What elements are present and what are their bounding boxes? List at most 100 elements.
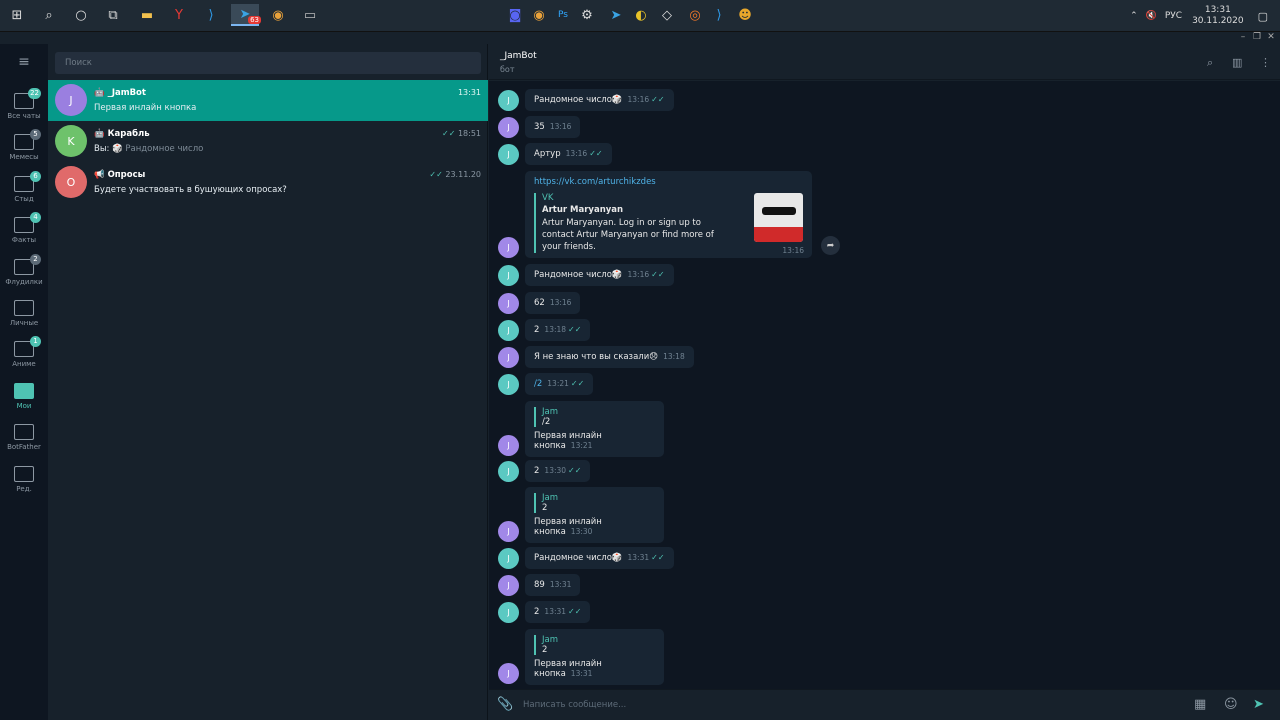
folder-icon — [14, 382, 34, 399]
message-avatar[interactable]: J — [498, 548, 519, 569]
yandex-browser-icon[interactable]: Y — [167, 4, 191, 26]
message-input[interactable]: Написать сообщение... — [523, 700, 626, 710]
message-avatar[interactable]: J — [498, 117, 519, 138]
message-avatar[interactable]: J — [498, 320, 519, 341]
task-view-icon[interactable]: ⧉ — [101, 4, 125, 26]
message-time: 13:21 — [570, 441, 593, 450]
reply-text: 2 — [542, 503, 548, 513]
attach-icon[interactable]: 📎 — [497, 697, 513, 712]
telegram-unread-badge: 63 — [248, 16, 261, 24]
message-avatar[interactable]: J — [498, 374, 519, 395]
message-bubble: 2 13:31 ✓✓ — [525, 601, 591, 623]
file-explorer-icon[interactable]: ▬ — [135, 4, 159, 26]
notifications-icon[interactable]: ▢ — [1258, 10, 1268, 23]
message-avatar[interactable]: J — [498, 461, 519, 482]
search-input[interactable]: Поиск — [55, 52, 481, 74]
maximize-icon[interactable]: ❐ — [1250, 32, 1264, 42]
message-text[interactable]: /2 — [534, 379, 542, 389]
folder-icon: 1 — [14, 336, 41, 358]
chat-msg-text: Рандомное число — [125, 144, 204, 154]
chat-row[interactable]: O 📢 Опросы Будете участвовать в бушующих… — [48, 162, 488, 203]
reply-quote[interactable]: Jam 2 — [534, 493, 655, 513]
link-preview-thumbnail[interactable] — [754, 193, 803, 242]
chrome-pinned-icon[interactable]: ◉ — [527, 4, 551, 26]
folder-label: Личные — [9, 319, 39, 327]
chat-name-text: _JamBot — [107, 88, 146, 98]
terminal-icon[interactable]: ▭ — [298, 4, 322, 26]
chat-subtitle: бот — [500, 65, 515, 74]
folder-1[interactable]: 5 Мемесы — [0, 121, 48, 161]
reply-quote[interactable]: Jam 2 — [534, 635, 655, 655]
telegram-pinned-icon[interactable]: ➤ — [604, 4, 628, 26]
message-text: 35 — [534, 122, 545, 132]
folder-3[interactable]: 4 Факты — [0, 204, 48, 244]
language-indicator[interactable]: РУС — [1165, 11, 1182, 21]
folder-2[interactable]: 6 Стыд — [0, 163, 48, 203]
minimize-icon[interactable]: – — [1236, 32, 1250, 42]
vscode-icon[interactable]: ⟩ — [199, 4, 223, 26]
photoshop-icon[interactable]: Ps — [551, 4, 575, 26]
window-titlebar: – ❐ ✕ — [0, 32, 1280, 44]
windows-start-icon[interactable]: ⊞ — [5, 4, 29, 26]
csgo-icon[interactable]: ☻ — [733, 4, 757, 26]
discord-icon[interactable]: ◙ — [503, 4, 527, 26]
message-avatar[interactable]: J — [498, 237, 519, 258]
message-time: 13:16 — [565, 149, 588, 158]
chat-row[interactable]: J 🤖 _JamBot Первая инлайн кнопка 13:31 — [48, 80, 488, 121]
message-text: Артур — [534, 149, 561, 159]
emoji-icon[interactable]: ☺ — [1224, 697, 1238, 712]
message-avatar[interactable]: J — [498, 90, 519, 111]
steam-icon[interactable]: ⚙ — [575, 4, 599, 26]
chat-row[interactable]: K 🤖 Карабль Вы: 🎲 Рандомное число ✓✓ 18:… — [48, 121, 488, 162]
rainbow-app-icon[interactable]: ◐ — [629, 4, 653, 26]
message-time: 13:21 — [547, 379, 569, 388]
message-avatar[interactable]: J — [498, 293, 519, 314]
folder-4[interactable]: 2 Флудилки — [0, 246, 48, 286]
folder-9[interactable]: Ред. — [0, 453, 48, 493]
more-options-icon[interactable]: ⋮ — [1260, 56, 1271, 69]
chat-name: 🤖 _JamBot — [94, 88, 146, 98]
folder-6[interactable]: 1 Аниме — [0, 328, 48, 368]
folder-label: Все чаты — [7, 112, 41, 120]
reply-quote[interactable]: Jam/2 — [534, 407, 655, 427]
message-link[interactable]: https://vk.com/arturchikzdes — [534, 177, 803, 187]
clock[interactable]: 13:31 30.11.2020 — [1192, 5, 1244, 27]
folder-7[interactable]: Мои — [0, 370, 48, 410]
volume-muted-icon[interactable]: 🔇 — [1146, 11, 1157, 21]
blender-icon[interactable]: ◎ — [683, 4, 707, 26]
message-avatar[interactable]: J — [498, 521, 519, 542]
send-icon[interactable]: ➤ — [1253, 697, 1264, 712]
folder-0[interactable]: 22 Все чаты — [0, 80, 48, 120]
forward-icon[interactable]: ➦ — [821, 236, 840, 255]
link-preview-card[interactable]: VK Artur Maryanyan Artur Maryanyan. Log … — [534, 193, 724, 253]
tray-chevron-icon[interactable]: ⌃ — [1130, 11, 1138, 21]
message-avatar[interactable]: J — [498, 435, 519, 456]
message-text: 2 — [534, 325, 540, 335]
message-avatar[interactable]: J — [498, 265, 519, 286]
message-time: 13:18 — [663, 352, 685, 361]
message-avatar[interactable]: J — [498, 347, 519, 368]
message-time: 13:18 — [544, 325, 567, 334]
folder-8[interactable]: BotFather — [0, 411, 48, 451]
telegram-taskbar-icon[interactable]: ➤ 63 — [231, 4, 261, 26]
message-avatar[interactable]: J — [498, 602, 519, 623]
chat-avatar: J — [55, 84, 87, 116]
sidebar-toggle-icon[interactable]: ▥ — [1232, 56, 1242, 69]
cortana-icon[interactable]: ○ — [69, 4, 93, 26]
close-icon[interactable]: ✕ — [1264, 32, 1278, 42]
chrome-icon[interactable]: ◉ — [266, 4, 290, 26]
bot-commands-icon[interactable]: ▦ — [1194, 697, 1206, 712]
menu-icon[interactable]: ≡ — [0, 52, 48, 72]
message-bubble: Jam/2 Первая инлайн кнопка 13:21 — [525, 401, 664, 457]
search-chat-icon[interactable]: ⌕ — [1207, 56, 1213, 70]
message-avatar[interactable]: J — [498, 575, 519, 596]
folder-5[interactable]: Личные — [0, 287, 48, 327]
message-avatar[interactable]: J — [498, 144, 519, 165]
message-avatar[interactable]: J — [498, 663, 519, 684]
search-icon[interactable]: ⌕ — [37, 4, 61, 26]
unity-icon[interactable]: ◇ — [655, 4, 679, 26]
vscode-pinned-icon[interactable]: ⟩ — [707, 4, 731, 26]
message-time: 13:30 — [570, 527, 593, 536]
message-bubble: Рандомное число🎲 13:16 ✓✓ — [525, 264, 674, 286]
chat-title[interactable]: _JamBot — [500, 51, 537, 61]
